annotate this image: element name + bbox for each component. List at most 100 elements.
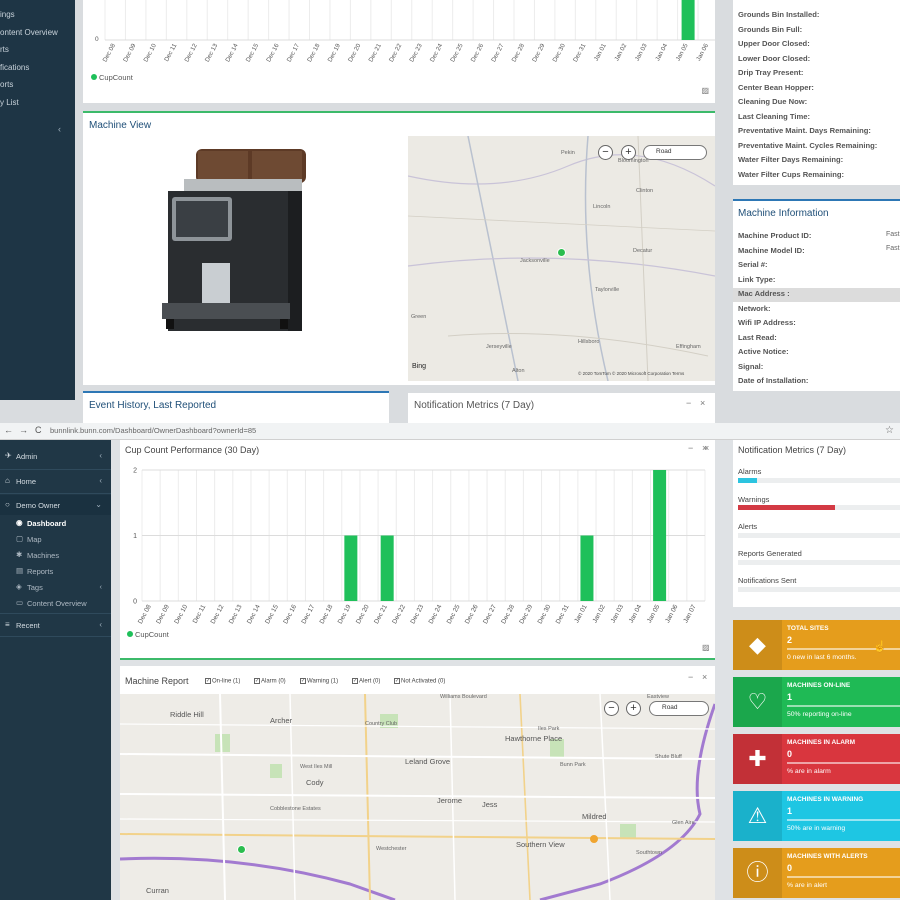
sidebar-subitem-content-overview[interactable]: ▭ Content Overview xyxy=(0,595,111,611)
divider xyxy=(0,613,111,614)
sidebar-item-admin[interactable]: ✈ Admin ‹ xyxy=(0,446,111,466)
cursor-icon: ☝ xyxy=(873,641,887,653)
map-road-toggle[interactable]: Road xyxy=(649,701,709,716)
sidebar-top-item[interactable]: orts xyxy=(0,80,75,98)
image-icon[interactable]: ▨ xyxy=(702,643,710,652)
panel-title: Notification Metrics (7 Day) xyxy=(414,400,535,411)
close-button[interactable]: × xyxy=(704,443,709,453)
map-top[interactable]: − + Road Pekin Bloomington Lincoln Decat… xyxy=(408,136,715,381)
tile-machines-alarm[interactable]: ✚ MACHINES IN ALARM 0 % are in alarm xyxy=(733,734,900,784)
map-copyright: © 2020 TomTom © 2020 Microsoft Corporati… xyxy=(578,371,685,376)
minimize-button[interactable]: − xyxy=(686,398,691,408)
checkbox[interactable]: ✓ xyxy=(205,678,211,684)
map-label: Williams Boulevard xyxy=(440,694,487,700)
map-top-roads xyxy=(408,136,715,381)
sidebar-top-item[interactable]: fications xyxy=(0,63,75,81)
tile-subtext: 0 new in last 6 months. xyxy=(787,654,857,661)
tile-machines-online[interactable]: ♡ MACHINES ON-LINE 1 50% reporting on-li… xyxy=(733,677,900,727)
x-tick-label: Dec 23 xyxy=(408,42,424,63)
cup-count-chart: 012Dec 08 Dec 09 Dec 10 Dec 11 Dec 12 Dec 13 D… xyxy=(133,468,706,625)
sidebar-subitem-tags[interactable]: ◈ Tags ‹ xyxy=(0,579,111,595)
star-icon[interactable]: ☆ xyxy=(885,425,894,436)
filter-warning[interactable]: ✓ Warning (1) xyxy=(300,678,338,685)
panel-accent-line xyxy=(733,199,900,201)
tile-value: 1 xyxy=(787,806,793,816)
sidebar-item-demo-owner[interactable]: ○ Demo Owner ⌄ xyxy=(0,495,111,515)
tile-value: 1 xyxy=(787,692,793,702)
heart-icon: ♡ xyxy=(747,689,768,714)
sidebar-subitem-reports[interactable]: ▤ Reports xyxy=(0,563,111,579)
address-bar[interactable]: bunnlink.bunn.com/Dashboard/OwnerDashboa… xyxy=(50,426,256,435)
zoom-in-button[interactable]: + xyxy=(626,701,641,716)
tile-machines-alerts[interactable]: ⓘ MACHINES WITH ALERTS 0 % are in alert xyxy=(733,848,900,898)
chevron-left-icon: ‹ xyxy=(99,582,103,591)
image-icon[interactable]: ▨ xyxy=(701,86,709,95)
filter-online[interactable]: ✓ On-line (1) xyxy=(205,678,240,685)
filter-alert[interactable]: ✓ Alert (0) xyxy=(352,678,380,685)
map-label: Clinton xyxy=(636,188,654,194)
metric-fill xyxy=(738,478,758,483)
x-tick-label: Jan 02 xyxy=(613,42,628,62)
panel-accent-line xyxy=(120,658,715,660)
info-field: Network: xyxy=(738,303,771,313)
map-label: Iles Park xyxy=(538,726,560,732)
sidebar-top-item[interactable]: y List xyxy=(0,98,75,116)
checkbox[interactable]: ✓ xyxy=(394,678,400,684)
info-field: Signal: xyxy=(738,361,764,371)
filter-label: Alert (0) xyxy=(359,678,381,685)
chevron-left-icon: ‹ xyxy=(99,476,102,485)
close-button[interactable]: × xyxy=(700,398,705,408)
zoom-out-button[interactable]: − xyxy=(604,701,619,716)
sidebar-item-recent[interactable]: ≡ Recent ‹ xyxy=(0,615,111,635)
info-field: Wifi IP Address: xyxy=(738,318,796,327)
reload-icon[interactable]: C xyxy=(35,425,42,435)
warning-map-marker[interactable] xyxy=(590,835,598,843)
panel-title: Machine View xyxy=(89,120,152,131)
tag-icon: ◈ xyxy=(16,582,22,591)
sidebar-subitem-map[interactable]: ▢ Map xyxy=(0,531,111,547)
legend-label: CupCount xyxy=(99,73,133,82)
checkbox[interactable]: ✓ xyxy=(254,678,260,684)
checkbox[interactable]: ✓ xyxy=(300,678,306,684)
tile-total-sites[interactable]: ◆ TOTAL SITES 2 0 new in last 6 months. … xyxy=(733,620,900,670)
zoom-out-button[interactable]: − xyxy=(598,145,613,160)
machine-map-marker[interactable] xyxy=(237,845,246,854)
info-field: Machine Product ID: xyxy=(738,231,812,240)
info-value: Fast xyxy=(886,245,900,252)
sidebar-subitem-dashboard[interactable]: ◉ Dashboard xyxy=(0,515,111,531)
tile-subtext: % are in alarm xyxy=(787,768,831,775)
divider xyxy=(0,636,111,637)
x-tick-label: Dec 12 xyxy=(210,603,226,625)
sidebar-top-item[interactable]: ings xyxy=(0,10,75,28)
filter-alarm[interactable]: ✓ Alarm (0) xyxy=(254,678,286,685)
chevron-left-icon[interactable]: ‹ xyxy=(58,124,61,134)
info-value: Fast xyxy=(886,231,900,238)
sidebar-top-item[interactable]: rts xyxy=(0,45,75,63)
sidebar-item-home[interactable]: ⌂ Home ‹ xyxy=(0,471,111,491)
panel-title: Machine Information xyxy=(738,208,829,219)
info-list: Machine Product ID: Machine Model ID: Se… xyxy=(738,231,811,391)
filter-not-activated[interactable]: ✓ Not Activated (0) xyxy=(394,678,445,685)
map-road-toggle[interactable]: Road xyxy=(643,145,707,160)
machine-info-panel: Machine Information Machine Product ID: … xyxy=(733,199,900,391)
y-tick-label: 0 xyxy=(95,36,99,43)
close-button[interactable]: × xyxy=(702,672,707,682)
map-label: Southern View xyxy=(516,840,565,849)
machine-report-map[interactable]: − + Road Riddle Hill Archer Country Club… xyxy=(120,694,715,900)
tile-machines-warning[interactable]: ⚠ MACHINES IN WARNING 1 50% are in warni… xyxy=(733,791,900,841)
sidebar-subitem-machines[interactable]: ✱ Machines xyxy=(0,547,111,563)
forward-icon[interactable]: → xyxy=(19,425,28,435)
x-tick-label: Jan 04 xyxy=(628,603,644,624)
map-icon: ▢ xyxy=(16,534,24,543)
sidebar-top-item[interactable]: ontent Overview xyxy=(0,28,75,46)
tile-value: 0 xyxy=(787,749,793,759)
x-tick-label: Dec 31 xyxy=(572,42,588,63)
metric-bar xyxy=(738,533,900,538)
x-tick-label: Dec 17 xyxy=(286,42,302,63)
chevron-left-icon: ‹ xyxy=(99,451,102,460)
back-icon[interactable]: ← xyxy=(4,425,13,435)
machine-map-marker[interactable] xyxy=(557,248,566,257)
checkbox[interactable]: ✓ xyxy=(352,678,358,684)
sidebar-subitem-label: Content Overview xyxy=(27,599,87,608)
minimize-button[interactable]: − xyxy=(688,672,693,682)
